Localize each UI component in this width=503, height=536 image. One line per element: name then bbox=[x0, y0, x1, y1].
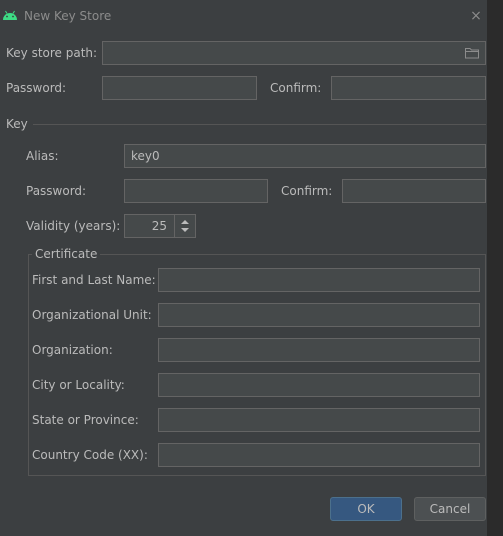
key-password-label: Password: bbox=[26, 184, 87, 198]
alias-input[interactable] bbox=[124, 144, 486, 168]
background-window-edge bbox=[488, 0, 503, 536]
validity-label: Validity (years): bbox=[26, 219, 121, 233]
alias-label: Alias: bbox=[26, 149, 59, 163]
state-province-label: State or Province: bbox=[32, 413, 139, 427]
key-store-path-label: Key store path: bbox=[6, 46, 98, 60]
android-icon bbox=[3, 10, 17, 20]
spinner-arrows-icon[interactable] bbox=[175, 215, 195, 237]
organization-input[interactable] bbox=[158, 338, 480, 362]
country-code-input[interactable] bbox=[158, 443, 480, 467]
keystore-confirm-input[interactable] bbox=[331, 76, 486, 100]
title-bar: New Key Store × bbox=[0, 0, 488, 32]
city-locality-label: City or Locality: bbox=[32, 378, 125, 392]
ok-button[interactable]: OK bbox=[330, 497, 402, 521]
key-password-input[interactable] bbox=[124, 179, 268, 203]
key-confirm-input[interactable] bbox=[342, 179, 486, 203]
key-section-label: Key bbox=[6, 117, 28, 131]
new-key-store-dialog: New Key Store × Key store path: Password… bbox=[0, 0, 488, 536]
country-code-label: Country Code (XX): bbox=[32, 448, 148, 462]
first-last-name-input[interactable] bbox=[158, 268, 480, 292]
certificate-group-title: Certificate bbox=[32, 247, 101, 261]
validity-stepper[interactable] bbox=[174, 215, 195, 237]
keystore-password-label: Password: bbox=[6, 81, 67, 95]
cancel-button[interactable]: Cancel bbox=[414, 497, 486, 521]
close-icon[interactable]: × bbox=[468, 8, 484, 24]
validity-value: 25 bbox=[151, 219, 167, 233]
window-title: New Key Store bbox=[24, 9, 112, 23]
key-confirm-label: Confirm: bbox=[281, 184, 333, 198]
organizational-unit-label: Organizational Unit: bbox=[32, 308, 152, 322]
state-province-input[interactable] bbox=[158, 408, 480, 432]
city-locality-input[interactable] bbox=[158, 373, 480, 397]
key-section-separator bbox=[33, 124, 486, 125]
organizational-unit-input[interactable] bbox=[158, 303, 480, 327]
keystore-password-input[interactable] bbox=[102, 76, 257, 100]
keystore-confirm-label: Confirm: bbox=[270, 81, 322, 95]
folder-icon[interactable] bbox=[465, 47, 479, 59]
first-last-name-label: First and Last Name: bbox=[32, 273, 156, 287]
validity-spinner[interactable]: 25 bbox=[124, 214, 196, 238]
key-store-path-field[interactable] bbox=[102, 41, 486, 65]
organization-label: Organization: bbox=[32, 343, 113, 357]
